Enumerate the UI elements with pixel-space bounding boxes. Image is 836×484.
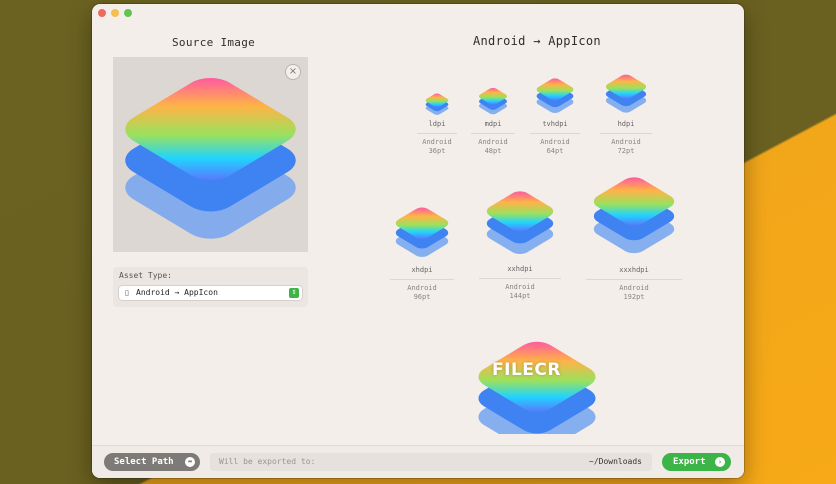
divider: [586, 279, 682, 280]
icon-size: 48pt: [484, 147, 502, 155]
maximize-window-button[interactable]: [124, 9, 132, 17]
close-window-button[interactable]: [98, 9, 106, 17]
icon-platform: Android: [619, 284, 649, 292]
icon-cell-xxhdpi: xxhdpi Android 144pt: [472, 187, 568, 301]
arrow-right-icon: ›: [715, 457, 725, 467]
asset-type-panel: Asset Type: ▯ Android → AppIcon ⇕: [113, 267, 308, 307]
icon-density: xxxhdpi: [619, 266, 649, 274]
mdpi-preview-icon: [477, 86, 509, 116]
app-icon: [470, 337, 604, 434]
icon-cell-hdpi: hdpi Android 72pt: [592, 72, 660, 156]
app-window: Source Image Android → AppIcon × Asset T…: [92, 4, 744, 478]
icon-size: 192pt: [623, 293, 645, 301]
icon-density: xxhdpi: [507, 265, 533, 273]
asset-type-value: Android → AppIcon: [136, 288, 218, 297]
folder-icon: ▬: [185, 457, 195, 467]
icon-cell-tvhdpi: tvhdpi Android 64pt: [526, 76, 584, 156]
select-path-button[interactable]: Select Path ▬: [104, 453, 200, 471]
divider: [600, 133, 652, 134]
output-title: Android → AppIcon: [473, 34, 601, 48]
icon-density: tvhdpi: [542, 120, 568, 128]
icon-platform: Android: [611, 138, 641, 146]
icon-size: 144pt: [509, 292, 531, 300]
export-path-value: ~/Downloads: [589, 457, 642, 466]
ldpi-preview-icon: [424, 92, 450, 116]
icon-density: ldpi: [428, 120, 446, 128]
tvhdpi-preview-icon: [534, 76, 576, 115]
asset-type-select[interactable]: ▯ Android → AppIcon ⇕: [119, 286, 302, 300]
chevron-updown-icon[interactable]: ⇕: [289, 288, 299, 298]
source-image-dropzone[interactable]: ×: [113, 57, 308, 252]
minimize-window-button[interactable]: [111, 9, 119, 17]
title-bar: [92, 4, 744, 22]
icon-density: xhdpi: [411, 266, 433, 274]
hdpi-preview-icon: [603, 73, 649, 115]
icon-cell-xxxhdpi: xxxhdpi Android 192pt: [584, 172, 684, 302]
icon-size: 36pt: [428, 147, 446, 155]
divider: [479, 278, 561, 279]
watermark-text: FILECR: [492, 360, 561, 380]
icon-platform: Android: [422, 138, 452, 146]
xhdpi-preview-icon: [392, 205, 452, 260]
asset-type-label: Asset Type:: [119, 271, 172, 280]
clear-image-button[interactable]: ×: [285, 64, 301, 80]
xxxhdpi-preview-icon: [588, 174, 680, 257]
divider: [530, 133, 580, 134]
icon-platform: Android: [407, 284, 437, 292]
divider: [471, 133, 515, 134]
phone-icon: ▯: [125, 289, 129, 297]
large-preview-icon: [470, 334, 604, 434]
icon-density: mdpi: [484, 120, 502, 128]
icon-cell-ldpi: ldpi Android 36pt: [414, 92, 460, 156]
source-image-title: Source Image: [172, 36, 256, 49]
icon-size: 72pt: [617, 147, 635, 155]
icon-size: 64pt: [546, 147, 564, 155]
source-app-icon: [113, 71, 308, 246]
bottom-bar: Select Path ▬ Will be exported to: ~/Dow…: [92, 445, 744, 478]
export-button[interactable]: Export ›: [662, 453, 731, 471]
icon-platform: Android: [478, 138, 508, 146]
icon-platform: Android: [505, 283, 535, 291]
divider: [417, 133, 457, 134]
xxhdpi-preview-icon: [482, 188, 558, 257]
icon-platform: Android: [540, 138, 570, 146]
icon-density: hdpi: [617, 120, 635, 128]
icon-cell-xhdpi: xhdpi Android 96pt: [382, 204, 462, 302]
icon-size: 96pt: [413, 293, 431, 301]
icon-cell-mdpi: mdpi Android 48pt: [468, 86, 518, 156]
export-button-label: Export: [673, 457, 706, 467]
select-path-label: Select Path: [114, 457, 174, 467]
divider: [390, 279, 454, 280]
export-path-field: Will be exported to: ~/Downloads: [210, 453, 652, 471]
export-path-label: Will be exported to:: [219, 457, 316, 466]
